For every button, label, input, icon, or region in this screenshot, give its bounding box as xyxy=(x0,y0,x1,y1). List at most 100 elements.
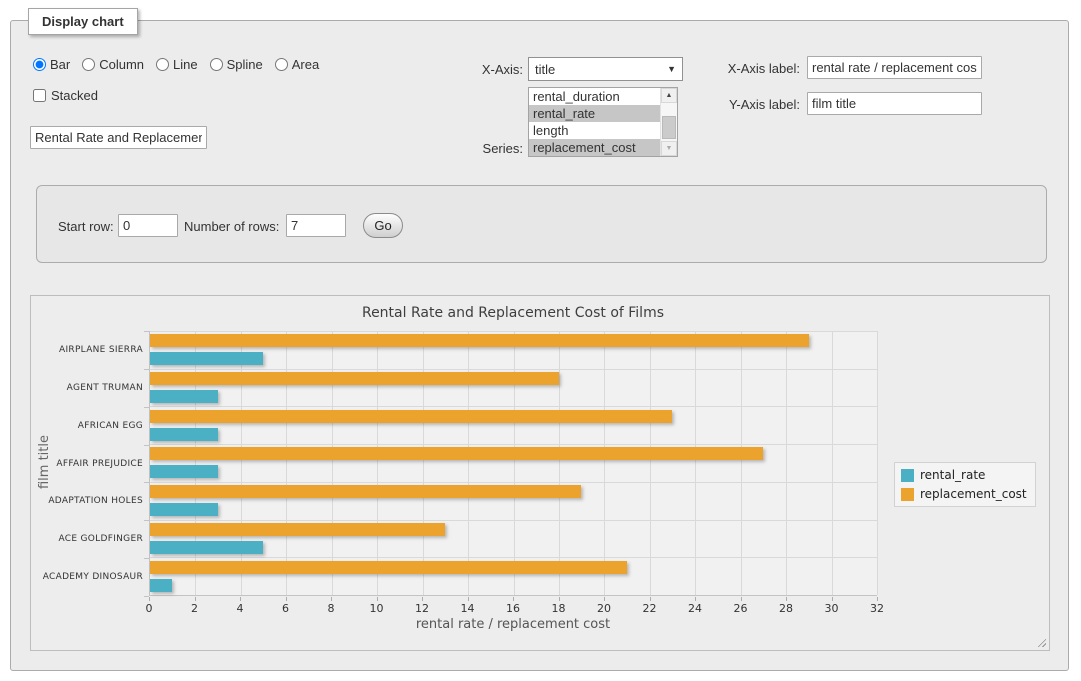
stacked-label: Stacked xyxy=(51,88,98,103)
series-option-rental_duration[interactable]: rental_duration xyxy=(529,88,660,105)
x-axis-tick xyxy=(559,597,560,601)
radio-area[interactable]: Area xyxy=(275,57,319,72)
chart-type-radio-group: Bar Column Line Spline Area xyxy=(33,57,319,72)
fieldset-legend: Display chart xyxy=(28,8,138,35)
legend-item-replacement_cost[interactable]: replacement_cost xyxy=(901,487,1027,501)
x-axis-tick xyxy=(331,597,332,601)
resize-handle-icon[interactable] xyxy=(1035,636,1046,647)
radio-label: Spline xyxy=(227,57,263,72)
chart-title-input[interactable] xyxy=(30,126,207,149)
y-axis-label-caption: Y-Axis label: xyxy=(688,97,800,112)
start-row-input[interactable] xyxy=(118,214,178,237)
x-axis-tick xyxy=(240,597,241,601)
bar-rental_rate[interactable] xyxy=(150,352,263,365)
y-axis-label-input[interactable] xyxy=(807,92,982,115)
x-axis-tick xyxy=(149,597,150,601)
bar-replacement_cost[interactable] xyxy=(150,334,809,347)
x-axis-label-caption: X-Axis label: xyxy=(688,61,800,76)
series-option-replacement_cost[interactable]: replacement_cost xyxy=(529,139,660,156)
series-options: rental_durationrental_ratelengthreplacem… xyxy=(529,88,660,156)
series-select-label: Series: xyxy=(433,141,523,156)
y-category-label: AFFAIR PREJUDICE xyxy=(33,459,143,469)
radio-line[interactable]: Line xyxy=(156,57,198,72)
chart-plot-area xyxy=(149,331,877,596)
dropdown-arrow-icon: ▼ xyxy=(667,64,676,74)
radio-label: Area xyxy=(292,57,319,72)
scroll-down-icon[interactable]: ▼ xyxy=(661,141,677,156)
bar-replacement_cost[interactable] xyxy=(150,447,763,460)
x-axis-tick-label: 26 xyxy=(734,602,748,615)
chart-x-axis-title: rental rate / replacement cost xyxy=(149,617,877,632)
page: Display chart Bar Column Line Spline Area St… xyxy=(0,0,1081,681)
bar-replacement_cost[interactable] xyxy=(150,372,559,385)
radio-bar-input[interactable] xyxy=(33,58,46,71)
stacked-checkbox-row[interactable]: Stacked xyxy=(33,88,98,103)
chart-legend: rental_rate replacement_cost xyxy=(894,462,1036,507)
radio-area-input[interactable] xyxy=(275,58,288,71)
scrollbar-thumb[interactable] xyxy=(662,116,676,139)
radio-column[interactable]: Column xyxy=(82,57,144,72)
bar-replacement_cost[interactable] xyxy=(150,410,672,423)
bar-replacement_cost[interactable] xyxy=(150,485,581,498)
bar-rental_rate[interactable] xyxy=(150,465,218,478)
scroll-up-icon[interactable]: ▲ xyxy=(661,88,677,103)
y-axis-tick xyxy=(144,482,149,483)
bar-group-affair-prejudice xyxy=(150,444,877,482)
series-scrollbar[interactable]: ▲ ▼ xyxy=(660,88,677,156)
radio-spline[interactable]: Spline xyxy=(210,57,263,72)
y-axis-tick xyxy=(144,520,149,521)
series-option-rental_rate[interactable]: rental_rate xyxy=(529,105,660,122)
y-category-label: AGENT TRUMAN xyxy=(33,383,143,393)
x-axis-tick-label: 2 xyxy=(191,602,198,615)
x-axis-tick-label: 28 xyxy=(779,602,793,615)
x-axis-tick-label: 8 xyxy=(328,602,335,615)
bar-rental_rate[interactable] xyxy=(150,541,263,554)
legend-swatch-icon xyxy=(901,469,914,482)
go-button[interactable]: Go xyxy=(363,213,403,238)
bar-group-academy-dinosaur xyxy=(150,557,877,595)
x-axis-tick xyxy=(786,597,787,601)
bar-group-ace-goldfinger xyxy=(150,520,877,558)
x-axis-tick xyxy=(422,597,423,601)
legend-label: rental_rate xyxy=(920,468,985,482)
chart-canvas: Rental Rate and Replacement Cost of Film… xyxy=(30,295,1050,651)
x-axis-tick-label: 14 xyxy=(461,602,475,615)
bar-group-agent-truman xyxy=(150,369,877,407)
series-multiselect[interactable]: rental_durationrental_ratelengthreplacem… xyxy=(528,87,678,157)
x-axis-tick-label: 18 xyxy=(552,602,566,615)
series-option-length[interactable]: length xyxy=(529,122,660,139)
x-axis-label-input[interactable] xyxy=(807,56,982,79)
x-axis-tick xyxy=(741,597,742,601)
x-axis-selected-value: title xyxy=(535,62,555,77)
y-axis-tick xyxy=(144,558,149,559)
bar-rental_rate[interactable] xyxy=(150,390,218,403)
bar-rental_rate[interactable] xyxy=(150,428,218,441)
x-axis-tick xyxy=(695,597,696,601)
x-axis-tick xyxy=(468,597,469,601)
gridline-vertical xyxy=(877,331,878,595)
x-axis-tick xyxy=(604,597,605,601)
y-category-label: AIRPLANE SIERRA xyxy=(33,345,143,355)
radio-line-input[interactable] xyxy=(156,58,169,71)
x-axis-select[interactable]: title ▼ xyxy=(528,57,683,81)
bar-rental_rate[interactable] xyxy=(150,503,218,516)
x-axis-tick-label: 24 xyxy=(688,602,702,615)
num-rows-input[interactable] xyxy=(286,214,346,237)
radio-column-input[interactable] xyxy=(82,58,95,71)
radio-bar[interactable]: Bar xyxy=(33,57,70,72)
x-axis-tick xyxy=(286,597,287,601)
bar-replacement_cost[interactable] xyxy=(150,561,627,574)
chart-title: Rental Rate and Replacement Cost of Film… xyxy=(149,305,877,321)
stacked-checkbox[interactable] xyxy=(33,89,46,102)
y-category-label: AFRICAN EGG xyxy=(33,421,143,431)
num-rows-label: Number of rows: xyxy=(184,219,279,234)
x-axis-tick-label: 4 xyxy=(237,602,244,615)
legend-item-rental_rate[interactable]: rental_rate xyxy=(901,468,1027,482)
y-axis-tick xyxy=(144,331,149,332)
x-axis-tick-label: 22 xyxy=(643,602,657,615)
radio-spline-input[interactable] xyxy=(210,58,223,71)
bar-replacement_cost[interactable] xyxy=(150,523,445,536)
bar-group-african-egg xyxy=(150,406,877,444)
y-axis-tick xyxy=(144,407,149,408)
bar-rental_rate[interactable] xyxy=(150,579,172,592)
